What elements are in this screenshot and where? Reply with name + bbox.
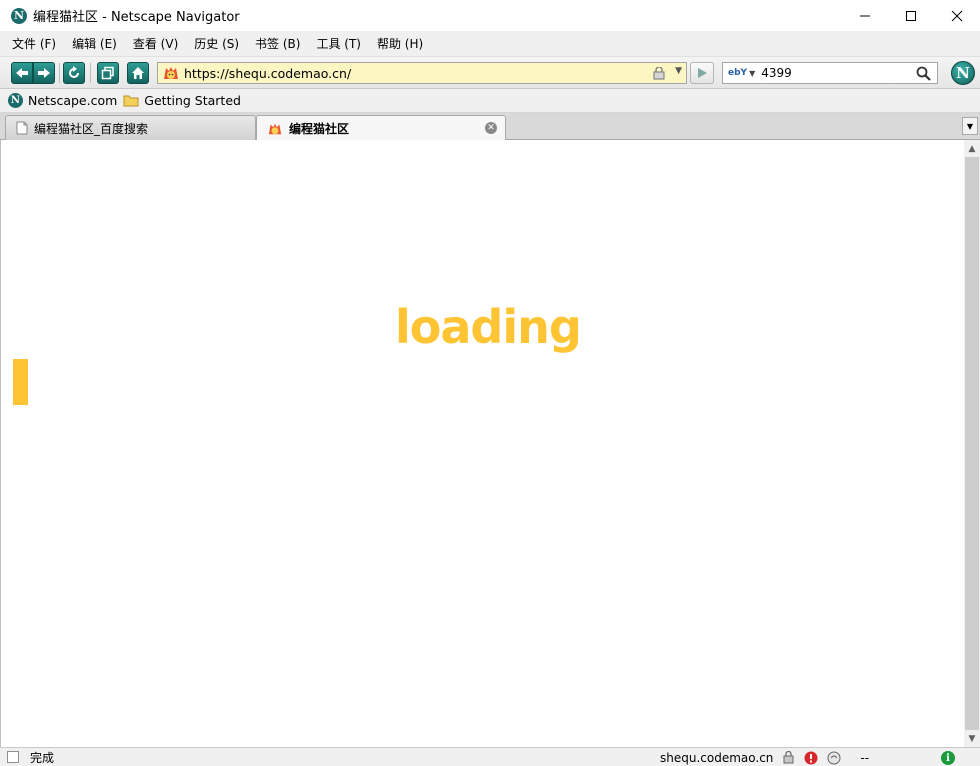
toolbar-separator xyxy=(90,63,91,83)
bookmark-label: Getting Started xyxy=(144,93,241,108)
codemao-site-icon xyxy=(164,67,178,79)
url-bar[interactable]: https://shequ.codemao.cn/ ▼ xyxy=(157,62,687,84)
codemao-icon xyxy=(268,123,282,134)
popup-blocker-icon[interactable] xyxy=(827,751,841,765)
page-status-icon xyxy=(7,751,19,763)
tab-codemao[interactable]: 编程猫社区 ✕ xyxy=(256,115,506,141)
tab-baidu-search[interactable]: 编程猫社区_百度搜索 xyxy=(5,115,256,140)
back-arrow-icon xyxy=(16,68,28,78)
netscape-icon: N xyxy=(8,93,23,108)
home-button[interactable] xyxy=(127,62,149,84)
scroll-up-arrow-icon[interactable]: ▲ xyxy=(964,140,980,157)
search-engine-dropdown-icon[interactable]: ▼ xyxy=(749,69,755,78)
lock-icon xyxy=(653,67,665,80)
title-bar: N 编程猫社区 - Netscape Navigator xyxy=(0,0,980,31)
home-icon xyxy=(132,67,144,79)
reload-button[interactable] xyxy=(63,62,85,84)
alert-icon[interactable] xyxy=(804,751,818,765)
maximize-button[interactable] xyxy=(888,0,934,31)
info-icon[interactable]: i xyxy=(941,751,955,765)
search-icon[interactable] xyxy=(916,66,931,81)
go-arrow-icon xyxy=(698,68,707,78)
minimize-icon xyxy=(860,15,870,16)
scrollbar-thumb[interactable] xyxy=(965,157,979,730)
status-host: shequ.codemao.cn xyxy=(660,750,774,765)
menu-history[interactable]: 历史 (S) xyxy=(186,35,247,52)
go-button[interactable] xyxy=(690,62,714,84)
forward-button[interactable] xyxy=(33,62,55,84)
netscape-throbber-icon[interactable]: N xyxy=(951,61,975,85)
status-extra: -- xyxy=(860,750,870,765)
loading-indicator xyxy=(13,359,28,405)
tab-strip: 编程猫社区_百度搜索 编程猫社区 ✕ xyxy=(0,113,980,141)
tab-list-button[interactable]: ▼ xyxy=(962,117,978,135)
menu-help[interactable]: 帮助 (H) xyxy=(369,35,431,52)
navigation-toolbar: https://shequ.codemao.cn/ ▼ ebY ▼ xyxy=(0,57,980,89)
vertical-scrollbar[interactable]: ▲ ▼ xyxy=(964,140,980,747)
page-icon xyxy=(16,121,28,135)
search-engine-icon[interactable]: ebY xyxy=(728,68,747,78)
bookmark-getting-started[interactable]: Getting Started xyxy=(123,93,241,108)
back-button[interactable] xyxy=(11,62,33,84)
minimize-button[interactable] xyxy=(842,0,888,31)
menu-edit[interactable]: 编辑 (E) xyxy=(64,35,125,52)
chevron-down-icon: ▼ xyxy=(966,121,974,131)
forward-arrow-icon xyxy=(38,68,50,78)
url-history-dropdown-icon[interactable]: ▼ xyxy=(675,66,682,76)
folder-icon xyxy=(123,95,139,107)
toolbar-separator xyxy=(59,63,60,83)
search-input[interactable] xyxy=(761,66,912,80)
window-copy-icon xyxy=(101,66,114,80)
scroll-down-arrow-icon[interactable]: ▼ xyxy=(964,730,980,747)
maximize-icon xyxy=(906,10,916,21)
window-title: 编程猫社区 - Netscape Navigator xyxy=(33,10,240,25)
bookmarks-toolbar: N Netscape.com Getting Started xyxy=(0,89,980,113)
loading-text: loading xyxy=(395,300,582,354)
netscape-app-icon: N xyxy=(11,7,27,24)
tab-close-icon[interactable]: ✕ xyxy=(485,122,497,134)
url-text: https://shequ.codemao.cn/ xyxy=(184,65,352,81)
close-button[interactable] xyxy=(934,0,980,31)
menu-bar: 文件 (F) 编辑 (E) 查看 (V) 历史 (S) 书签 (B) 工具 (T… xyxy=(0,31,980,57)
menu-view[interactable]: 查看 (V) xyxy=(125,35,186,52)
close-icon xyxy=(951,10,963,21)
bookmark-label: Netscape.com xyxy=(28,93,118,108)
bookmark-netscape[interactable]: N Netscape.com xyxy=(8,93,117,108)
menu-file[interactable]: 文件 (F) xyxy=(4,35,64,52)
status-text: 完成 xyxy=(30,750,55,765)
status-bar: 完成 shequ.codemao.cn -- i xyxy=(0,747,980,766)
menu-tools[interactable]: 工具 (T) xyxy=(308,35,369,52)
tab-label: 编程猫社区_百度搜索 xyxy=(34,121,149,136)
menu-bookmarks[interactable]: 书签 (B) xyxy=(247,35,308,52)
search-box[interactable]: ebY ▼ xyxy=(722,62,938,84)
tab-label: 编程猫社区 xyxy=(289,122,350,136)
page-content: loading xyxy=(3,140,964,747)
new-tab-button[interactable] xyxy=(97,62,119,84)
reload-icon xyxy=(69,66,79,78)
security-lock-icon[interactable] xyxy=(781,751,795,765)
